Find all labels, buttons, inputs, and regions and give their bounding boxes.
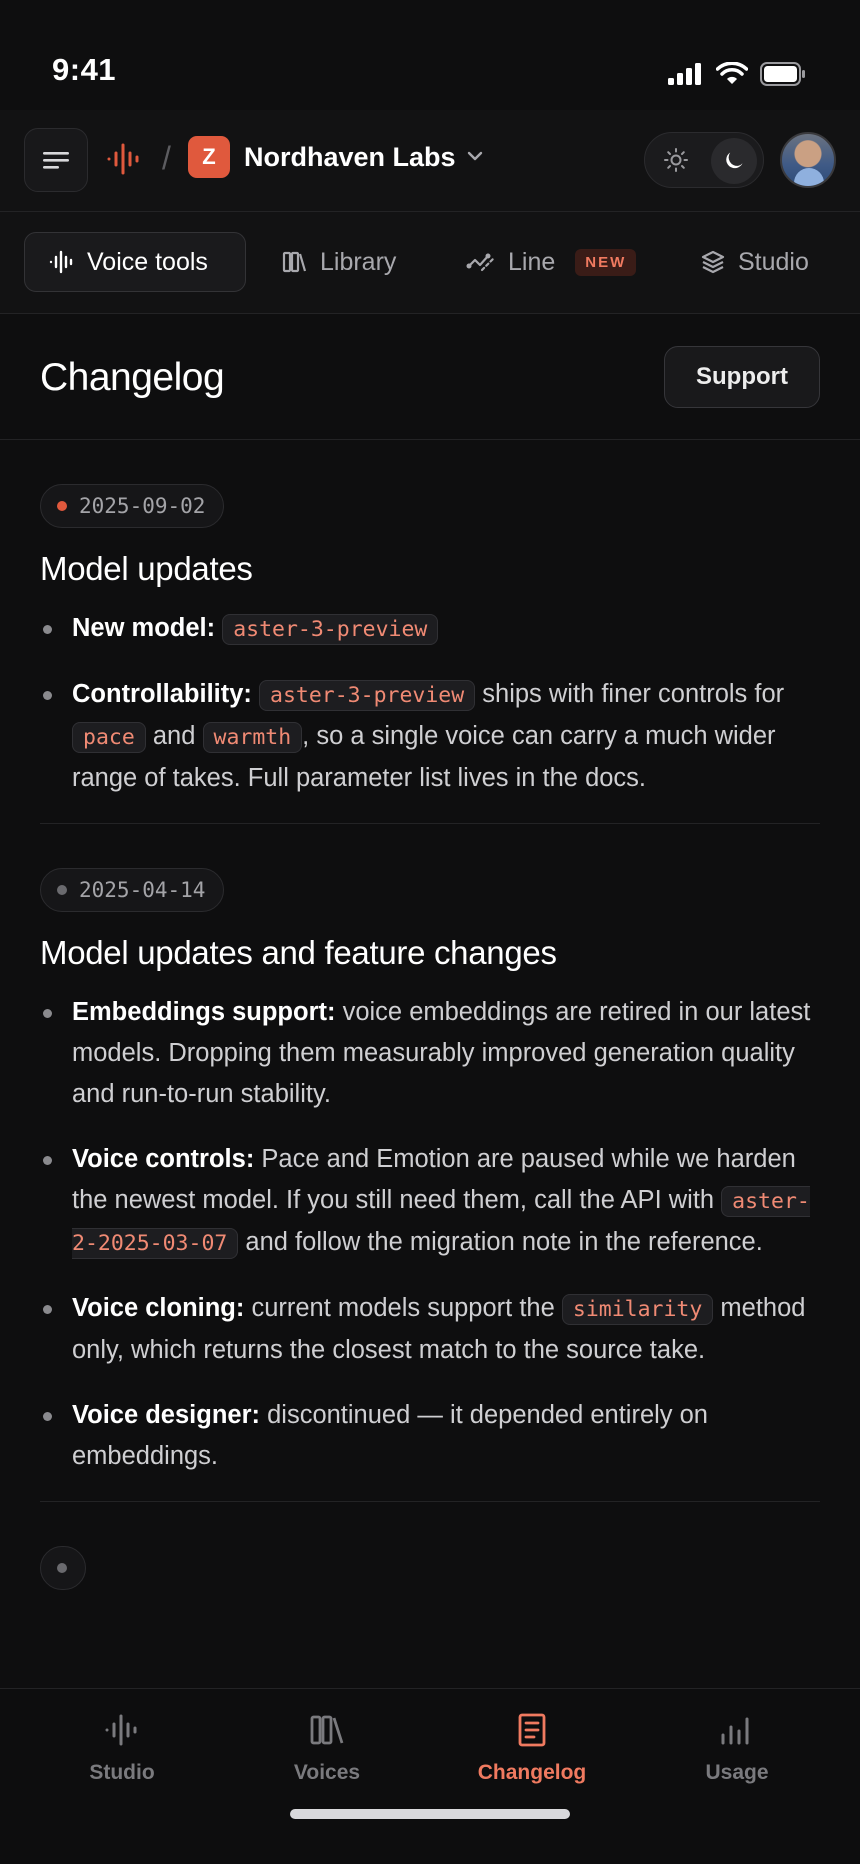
document-icon	[518, 1713, 546, 1747]
item-text: current models support the	[244, 1294, 562, 1322]
date-badge	[40, 1546, 86, 1590]
bar-chart-icon	[721, 1717, 749, 1745]
list-item: Voice controls: Pace and Emotion are pau…	[40, 1139, 820, 1264]
line-icon	[466, 253, 495, 272]
chevron-down-icon[interactable]	[466, 150, 484, 162]
wifi-icon	[716, 62, 748, 84]
item-label: Controllability:	[72, 680, 252, 708]
item-label: Voice designer:	[72, 1401, 261, 1429]
entry-title: Model updates and feature changes	[40, 934, 557, 971]
moon-icon[interactable]	[711, 138, 757, 184]
item-label: New model:	[72, 614, 216, 642]
item-text: ships with finer controls for	[475, 680, 785, 708]
breadcrumb-separator: /	[162, 140, 171, 176]
item-label: Voice controls:	[72, 1145, 255, 1173]
code-snippet: similarity	[561, 1294, 714, 1325]
library-icon	[282, 251, 307, 273]
code-snippet: aster-3-preview	[259, 680, 476, 711]
bottom-nav-label: Usage	[705, 1761, 769, 1784]
item-label: Embeddings support:	[72, 998, 336, 1026]
changelog-entry: 2025-09-02 Model updates New model: aste…	[0, 440, 860, 799]
changelog-entry: 2025-04-14 Model updates and feature cha…	[0, 824, 860, 1477]
tab-library[interactable]: Library	[282, 232, 396, 292]
entry-date: 2025-04-14	[79, 878, 206, 902]
list-item: Embeddings support: voice embeddings are…	[40, 992, 820, 1115]
tab-label: Line	[508, 247, 556, 276]
menu-button[interactable]	[24, 128, 88, 192]
list-item: Voice designer: discontinued — it depend…	[40, 1395, 820, 1477]
entry-title: Model updates	[40, 550, 253, 587]
status-bar: 9:41	[0, 0, 860, 110]
status-icons	[668, 62, 806, 86]
code-snippet: warmth	[202, 722, 303, 753]
entry-items: Embeddings support: voice embeddings are…	[40, 992, 820, 1477]
nav-tabs: Voice tools Library Line NEW Studio	[0, 212, 860, 314]
app-header: / Z Nordhaven Labs	[0, 110, 860, 212]
cellular-signal-icon	[668, 63, 701, 85]
support-button[interactable]: Support	[664, 346, 820, 408]
new-badge: NEW	[575, 248, 637, 276]
list-item: New model: aster-3-preview	[40, 608, 820, 650]
bottom-nav-label: Studio	[89, 1761, 155, 1784]
home-indicator	[290, 1809, 570, 1819]
changelog-entry	[0, 1502, 860, 1590]
item-text: and follow the migration note in the ref…	[238, 1228, 763, 1256]
status-dot	[57, 1563, 67, 1573]
theme-toggle[interactable]	[644, 132, 764, 188]
tab-label: Library	[320, 247, 397, 276]
waveform-icon	[49, 250, 73, 274]
brand-logo-icon[interactable]	[106, 142, 142, 176]
bottom-nav-label: Changelog	[477, 1761, 587, 1784]
list-item: Controllability: aster-3-preview ships w…	[40, 674, 820, 799]
tab-label: Studio	[738, 247, 809, 276]
item-label: Voice cloning:	[72, 1294, 245, 1322]
page-title: Changelog	[40, 356, 225, 399]
waveform-icon	[105, 1714, 137, 1746]
status-dot	[57, 885, 67, 895]
list-item: Voice cloning: current models support th…	[40, 1288, 820, 1371]
hamburger-menu-icon	[43, 152, 69, 169]
user-avatar[interactable]	[780, 132, 836, 188]
entry-date: 2025-09-02	[79, 494, 206, 518]
code-snippet: pace	[72, 722, 146, 753]
bottom-nav-label: Voices	[293, 1761, 361, 1784]
item-text: and	[145, 722, 203, 750]
code-snippet: aster-3-preview	[222, 614, 439, 645]
status-time: 9:41	[52, 52, 117, 87]
entry-items: New model: aster-3-preview Controllabili…	[40, 608, 820, 799]
sun-icon[interactable]	[661, 145, 691, 175]
date-badge: 2025-09-02	[40, 484, 225, 528]
bottom-nav-studio[interactable]: Studio	[32, 1713, 212, 1785]
org-name[interactable]: Nordhaven Labs	[244, 142, 456, 173]
status-dot	[57, 501, 67, 511]
bottom-nav-usage[interactable]: Usage	[647, 1713, 827, 1785]
changelog-list: 2025-09-02 Model updates New model: aste…	[0, 440, 860, 1590]
bottom-nav-changelog[interactable]: Changelog	[442, 1713, 622, 1785]
tab-voice-tools[interactable]: Voice tools	[24, 232, 246, 292]
page-header: Changelog Support	[0, 314, 860, 440]
tab-line[interactable]: Line NEW	[466, 232, 637, 292]
battery-icon	[760, 62, 805, 86]
library-icon	[310, 1715, 344, 1745]
bottom-nav: Studio Voices Changelog Usage	[0, 1688, 860, 1864]
date-badge: 2025-04-14	[40, 868, 225, 912]
tab-label: Voice tools	[87, 247, 208, 276]
bottom-nav-voices[interactable]: Voices	[237, 1713, 417, 1785]
org-avatar[interactable]: Z	[188, 136, 230, 178]
layers-icon	[701, 250, 725, 274]
tab-studio[interactable]: Studio	[700, 232, 809, 292]
